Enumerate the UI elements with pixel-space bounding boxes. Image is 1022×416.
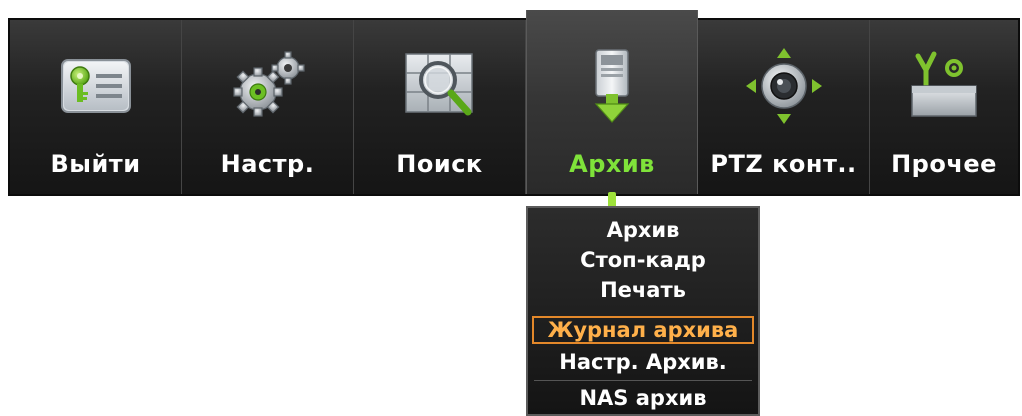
main-menu-bar: Выйти Настр. Поиск Архив PTZ конт.. Проч… <box>8 10 1020 212</box>
dropdown-item-archive[interactable]: Архив <box>532 216 754 244</box>
menu-item-logout[interactable]: Выйти <box>10 20 182 194</box>
menu-item-search[interactable]: Поиск <box>354 20 526 194</box>
archive-download-icon <box>594 49 630 123</box>
dropdown-item-print[interactable]: Печать <box>532 276 754 304</box>
dropdown-item-archive-settings[interactable]: Настр. Архив. <box>532 348 754 376</box>
dropdown-item-nas-archive[interactable]: NAS архив <box>532 384 754 412</box>
dropdown-divider <box>534 380 752 381</box>
menu-label-archive: Архив <box>569 150 655 178</box>
menu-label-ptz: PTZ конт.. <box>710 150 857 178</box>
menu-item-misc[interactable]: Прочее <box>870 20 1018 194</box>
settings-gears-icon <box>232 51 305 117</box>
dvr-menu-screen: Выйти Настр. Поиск Архив PTZ конт.. Проч… <box>0 0 1022 416</box>
menu-label-search: Поиск <box>396 150 483 178</box>
dropdown-item-snapshot[interactable]: Стоп-кадр <box>532 246 754 274</box>
menu-label-logout: Выйти <box>50 150 141 178</box>
archive-dropdown-menu: Архив Стоп-кадр Печать Журнал архива Нас… <box>526 206 760 416</box>
search-magnifier-icon <box>404 53 473 116</box>
menu-item-ptz[interactable]: PTZ конт.. <box>698 20 870 194</box>
misc-tools-icon <box>911 51 977 117</box>
dropdown-item-archive-log[interactable]: Журнал архива <box>532 316 754 344</box>
logout-card-icon <box>60 59 131 113</box>
ptz-camera-icon <box>745 48 822 124</box>
menu-label-misc: Прочее <box>891 150 997 178</box>
menu-item-settings[interactable]: Настр. <box>182 20 354 194</box>
menu-item-archive[interactable]: Архив <box>526 10 698 212</box>
menu-label-settings: Настр. <box>220 150 315 178</box>
